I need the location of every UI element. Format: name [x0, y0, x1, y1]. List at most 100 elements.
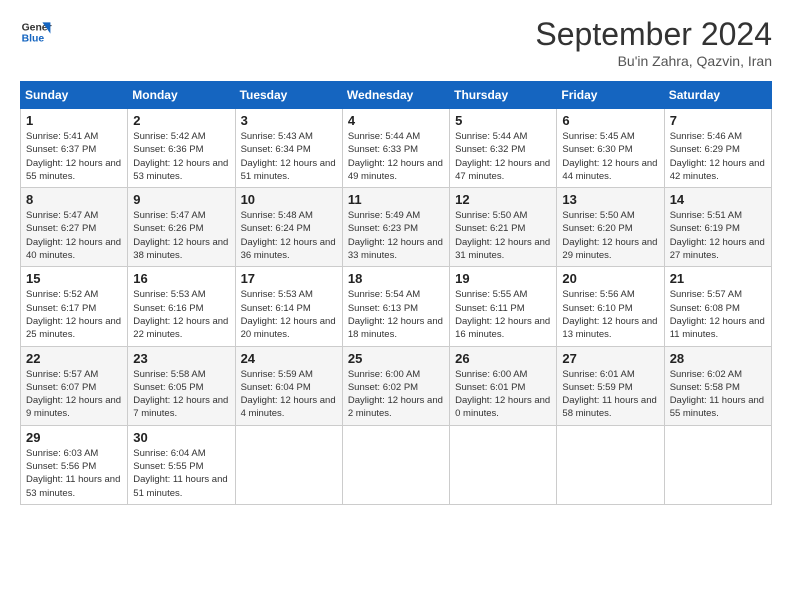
day-number: 17 [241, 271, 337, 286]
col-friday: Friday [557, 82, 664, 109]
day-info: Sunrise: 5:55 AMSunset: 6:11 PMDaylight:… [455, 288, 551, 341]
header: General Blue September 2024 Bu'in Zahra,… [20, 16, 772, 69]
calendar-cell [342, 425, 449, 504]
calendar-cell: 24Sunrise: 5:59 AMSunset: 6:04 PMDayligh… [235, 346, 342, 425]
day-number: 6 [562, 113, 658, 128]
day-number: 4 [348, 113, 444, 128]
calendar-cell: 30 Sunrise: 6:04 AMSunset: 5:55 PMDayligh… [128, 425, 235, 504]
title-block: September 2024 Bu'in Zahra, Qazvin, Iran [535, 16, 772, 69]
calendar-cell: 12 Sunrise: 5:50 AMSunset: 6:21 PMDayligh… [450, 188, 557, 267]
day-number: 11 [348, 192, 444, 207]
calendar-cell: 19Sunrise: 5:55 AMSunset: 6:11 PMDayligh… [450, 267, 557, 346]
calendar-cell: 23Sunrise: 5:58 AMSunset: 6:05 PMDayligh… [128, 346, 235, 425]
calendar-cell: 6 Sunrise: 5:45 AMSunset: 6:30 PMDaylight… [557, 109, 664, 188]
day-number: 16 [133, 271, 229, 286]
col-wednesday: Wednesday [342, 82, 449, 109]
calendar-week-2: 8 Sunrise: 5:47 AMSunset: 6:27 PMDaylight… [21, 188, 772, 267]
header-row: Sunday Monday Tuesday Wednesday Thursday… [21, 82, 772, 109]
day-info: Sunrise: 6:01 AMSunset: 5:59 PMDaylight:… [562, 368, 658, 421]
day-number: 25 [348, 351, 444, 366]
day-info: Sunrise: 6:00 AMSunset: 6:02 PMDaylight:… [348, 368, 444, 421]
day-info: Sunrise: 5:52 AMSunset: 6:17 PMDaylight:… [26, 288, 122, 341]
day-number: 8 [26, 192, 122, 207]
calendar-cell: 10Sunrise: 5:48 AMSunset: 6:24 PMDayligh… [235, 188, 342, 267]
calendar-cell: 8 Sunrise: 5:47 AMSunset: 6:27 PMDaylight… [21, 188, 128, 267]
day-info: Sunrise: 5:56 AMSunset: 6:10 PMDaylight:… [562, 288, 658, 341]
day-info: Sunrise: 5:59 AMSunset: 6:04 PMDaylight:… [241, 368, 337, 421]
day-number: 12 [455, 192, 551, 207]
day-number: 3 [241, 113, 337, 128]
calendar-week-3: 15 Sunrise: 5:52 AMSunset: 6:17 PMDayligh… [21, 267, 772, 346]
calendar-cell: 17 Sunrise: 5:53 AMSunset: 6:14 PMDayligh… [235, 267, 342, 346]
day-info: Sunrise: 5:44 AMSunset: 6:32 PMDaylight:… [455, 130, 551, 183]
day-info: Sunrise: 6:02 AMSunset: 5:58 PMDaylight:… [670, 368, 766, 421]
calendar-cell: 3 Sunrise: 5:43 AMSunset: 6:34 PMDaylight… [235, 109, 342, 188]
day-number: 20 [562, 271, 658, 286]
day-number: 7 [670, 113, 766, 128]
calendar-cell: 9 Sunrise: 5:47 AMSunset: 6:26 PMDaylight… [128, 188, 235, 267]
day-info: Sunrise: 5:50 AMSunset: 6:21 PMDaylight:… [455, 209, 551, 262]
month-title: September 2024 [535, 16, 772, 53]
calendar-cell [450, 425, 557, 504]
calendar-cell: 16Sunrise: 5:53 AMSunset: 6:16 PMDayligh… [128, 267, 235, 346]
col-tuesday: Tuesday [235, 82, 342, 109]
day-number: 29 [26, 430, 122, 445]
day-info: Sunrise: 5:49 AMSunset: 6:23 PMDaylight:… [348, 209, 444, 262]
day-info: Sunrise: 5:42 AMSunset: 6:36 PMDaylight:… [133, 130, 229, 183]
day-number: 21 [670, 271, 766, 286]
day-number: 26 [455, 351, 551, 366]
day-number: 15 [26, 271, 122, 286]
calendar-cell: 5 Sunrise: 5:44 AMSunset: 6:32 PMDaylight… [450, 109, 557, 188]
day-number: 27 [562, 351, 658, 366]
calendar-cell [235, 425, 342, 504]
day-number: 5 [455, 113, 551, 128]
calendar-cell: 25 Sunrise: 6:00 AMSunset: 6:02 PMDayligh… [342, 346, 449, 425]
calendar-cell: 28 Sunrise: 6:02 AMSunset: 5:58 PMDayligh… [664, 346, 771, 425]
calendar-cell: 21 Sunrise: 5:57 AMSunset: 6:08 PMDayligh… [664, 267, 771, 346]
day-info: Sunrise: 5:48 AMSunset: 6:24 PMDaylight:… [241, 209, 337, 262]
day-number: 13 [562, 192, 658, 207]
calendar-cell: 26 Sunrise: 6:00 AMSunset: 6:01 PMDayligh… [450, 346, 557, 425]
day-info: Sunrise: 5:54 AMSunset: 6:13 PMDaylight:… [348, 288, 444, 341]
day-info: Sunrise: 5:44 AMSunset: 6:33 PMDaylight:… [348, 130, 444, 183]
calendar-cell [664, 425, 771, 504]
day-info: Sunrise: 5:43 AMSunset: 6:34 PMDaylight:… [241, 130, 337, 183]
day-number: 28 [670, 351, 766, 366]
col-thursday: Thursday [450, 82, 557, 109]
day-number: 30 [133, 430, 229, 445]
calendar-week-5: 29 Sunrise: 6:03 AMSunset: 5:56 PMDayligh… [21, 425, 772, 504]
day-info: Sunrise: 5:45 AMSunset: 6:30 PMDaylight:… [562, 130, 658, 183]
calendar-cell: 7Sunrise: 5:46 AMSunset: 6:29 PMDaylight… [664, 109, 771, 188]
day-info: Sunrise: 5:41 AMSunset: 6:37 PMDaylight:… [26, 130, 122, 183]
day-info: Sunrise: 6:03 AMSunset: 5:56 PMDaylight:… [26, 447, 122, 500]
day-number: 23 [133, 351, 229, 366]
calendar-table: Sunday Monday Tuesday Wednesday Thursday… [20, 81, 772, 505]
day-info: Sunrise: 5:57 AMSunset: 6:07 PMDaylight:… [26, 368, 122, 421]
logo: General Blue [20, 16, 52, 48]
col-sunday: Sunday [21, 82, 128, 109]
day-info: Sunrise: 6:04 AMSunset: 5:55 PMDaylight:… [133, 447, 229, 500]
day-number: 14 [670, 192, 766, 207]
calendar-cell: 29 Sunrise: 6:03 AMSunset: 5:56 PMDayligh… [21, 425, 128, 504]
day-info: Sunrise: 5:57 AMSunset: 6:08 PMDaylight:… [670, 288, 766, 341]
calendar-week-4: 22 Sunrise: 5:57 AMSunset: 6:07 PMDayligh… [21, 346, 772, 425]
calendar-cell: 2Sunrise: 5:42 AMSunset: 6:36 PMDaylight… [128, 109, 235, 188]
calendar-cell: 11 Sunrise: 5:49 AMSunset: 6:23 PMDayligh… [342, 188, 449, 267]
location: Bu'in Zahra, Qazvin, Iran [535, 53, 772, 69]
day-info: Sunrise: 5:47 AMSunset: 6:27 PMDaylight:… [26, 209, 122, 262]
calendar-cell: 20 Sunrise: 5:56 AMSunset: 6:10 PMDayligh… [557, 267, 664, 346]
day-number: 18 [348, 271, 444, 286]
day-number: 22 [26, 351, 122, 366]
col-monday: Monday [128, 82, 235, 109]
day-info: Sunrise: 5:53 AMSunset: 6:14 PMDaylight:… [241, 288, 337, 341]
calendar-week-1: 1 Sunrise: 5:41 AMSunset: 6:37 PMDaylight… [21, 109, 772, 188]
day-number: 9 [133, 192, 229, 207]
day-info: Sunrise: 6:00 AMSunset: 6:01 PMDaylight:… [455, 368, 551, 421]
calendar-cell: 4 Sunrise: 5:44 AMSunset: 6:33 PMDaylight… [342, 109, 449, 188]
calendar-cell: 1 Sunrise: 5:41 AMSunset: 6:37 PMDaylight… [21, 109, 128, 188]
day-info: Sunrise: 5:47 AMSunset: 6:26 PMDaylight:… [133, 209, 229, 262]
svg-text:Blue: Blue [22, 34, 45, 45]
day-info: Sunrise: 5:50 AMSunset: 6:20 PMDaylight:… [562, 209, 658, 262]
calendar-cell: 22 Sunrise: 5:57 AMSunset: 6:07 PMDayligh… [21, 346, 128, 425]
day-number: 1 [26, 113, 122, 128]
